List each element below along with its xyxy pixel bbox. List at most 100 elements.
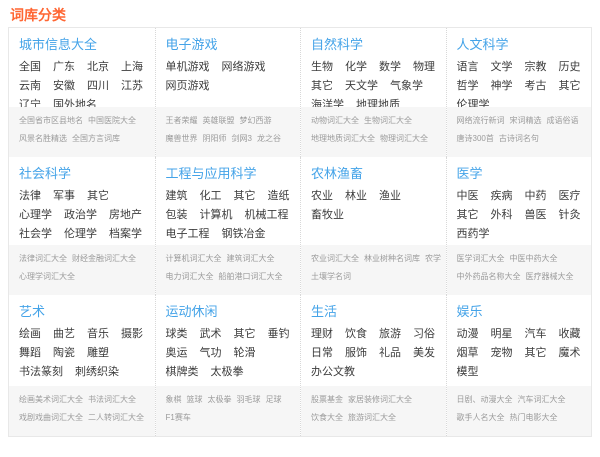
category-item-link[interactable]: 全国: [19, 61, 41, 73]
hot-dictionary-link[interactable]: 足球: [266, 395, 282, 404]
category-item-link[interactable]: 生物: [311, 61, 333, 73]
category-item-link[interactable]: 档案学: [109, 228, 142, 240]
category-item-link[interactable]: 棋牌类: [166, 366, 199, 378]
category-item-link[interactable]: 针灸: [559, 209, 581, 221]
hot-dictionary-link[interactable]: 唐诗300首: [457, 134, 494, 143]
hot-dictionary-link[interactable]: 医学词汇大全: [457, 254, 505, 263]
category-item-link[interactable]: 数学: [379, 61, 401, 73]
category-item-link[interactable]: 其它: [457, 209, 479, 221]
hot-dictionary-link[interactable]: 宋词精选: [510, 116, 542, 125]
category-item-link[interactable]: 奥运: [166, 347, 188, 359]
hot-dictionary-link[interactable]: 绘画美术词汇大全: [19, 395, 83, 404]
hot-dictionary-link[interactable]: 羽毛球: [237, 395, 261, 404]
category-item-link[interactable]: 服饰: [345, 347, 367, 359]
category-item-link[interactable]: 动漫: [457, 328, 479, 340]
hot-dictionary-link[interactable]: 风景名胜精选: [19, 134, 67, 143]
hot-dictionary-link[interactable]: 计算机词汇大全: [166, 254, 222, 263]
category-item-link[interactable]: 江苏: [121, 80, 143, 92]
category-item-link[interactable]: 化工: [200, 190, 222, 202]
category-item-link[interactable]: 宗教: [525, 61, 547, 73]
category-item-link[interactable]: 政治学: [64, 209, 97, 221]
category-item-link[interactable]: 历史: [559, 61, 581, 73]
hot-dictionary-link[interactable]: 魔兽世界: [166, 134, 198, 143]
category-item-link[interactable]: 收藏: [559, 328, 581, 340]
hot-dictionary-link[interactable]: 财经金融词汇大全: [72, 254, 136, 263]
hot-dictionary-link[interactable]: 生物词汇大全: [364, 116, 412, 125]
category-item-link[interactable]: 广东: [53, 61, 75, 73]
category-item-link[interactable]: 气功: [200, 347, 222, 359]
category-item-link[interactable]: 化学: [345, 61, 367, 73]
category-item-link[interactable]: 烟草: [457, 347, 479, 359]
category-item-link[interactable]: 安徽: [53, 80, 75, 92]
category-item-link[interactable]: 雕塑: [87, 347, 109, 359]
category-item-link[interactable]: 理财: [311, 328, 333, 340]
hot-dictionary-link[interactable]: 股票基金: [311, 395, 343, 404]
category-title-link[interactable]: 医学: [457, 167, 582, 181]
category-item-link[interactable]: 其它: [234, 328, 256, 340]
hot-dictionary-link[interactable]: 农业词汇大全: [311, 254, 359, 263]
category-item-link[interactable]: 垂钓: [268, 328, 290, 340]
category-item-link[interactable]: 文学: [491, 61, 513, 73]
hot-dictionary-link[interactable]: 太极拳: [208, 395, 232, 404]
category-item-link[interactable]: 社会学: [19, 228, 52, 240]
category-item-link[interactable]: 曲艺: [53, 328, 75, 340]
category-item-link[interactable]: 办公文教: [311, 366, 355, 378]
category-item-link[interactable]: 北京: [87, 61, 109, 73]
category-title-link[interactable]: 运动休闲: [166, 305, 291, 319]
category-item-link[interactable]: 刺绣织染: [75, 366, 119, 378]
category-item-link[interactable]: 上海: [121, 61, 143, 73]
hot-dictionary-link[interactable]: 成语俗语: [547, 116, 579, 125]
hot-dictionary-link[interactable]: 龙之谷: [257, 134, 281, 143]
category-item-link[interactable]: 书法篆刻: [19, 366, 63, 378]
hot-dictionary-link[interactable]: 土壤学名词: [311, 272, 351, 281]
category-item-link[interactable]: 饮食: [345, 328, 367, 340]
category-item-link[interactable]: 考古: [525, 80, 547, 92]
category-item-link[interactable]: 旅游: [379, 328, 401, 340]
category-item-link[interactable]: 太极拳: [211, 366, 244, 378]
category-item-link[interactable]: 中药: [525, 190, 547, 202]
category-item-link[interactable]: 外科: [491, 209, 513, 221]
category-item-link[interactable]: 心理学: [19, 209, 52, 221]
hot-dictionary-link[interactable]: 农学: [425, 254, 441, 263]
category-item-link[interactable]: 天文学: [345, 80, 378, 92]
category-item-link[interactable]: 语言: [457, 61, 479, 73]
category-item-link[interactable]: 其它: [525, 347, 547, 359]
hot-dictionary-link[interactable]: 日剧、动漫大全: [457, 395, 513, 404]
category-item-link[interactable]: 畜牧业: [311, 209, 344, 221]
hot-dictionary-link[interactable]: 中医中药大全: [510, 254, 558, 263]
category-item-link[interactable]: 军事: [53, 190, 75, 202]
category-item-link[interactable]: 包装: [166, 209, 188, 221]
category-item-link[interactable]: 轮滑: [234, 347, 256, 359]
hot-dictionary-link[interactable]: 法律词汇大全: [19, 254, 67, 263]
hot-dictionary-link[interactable]: 戏剧戏曲词汇大全: [19, 413, 83, 422]
category-item-link[interactable]: 球类: [166, 328, 188, 340]
category-item-link[interactable]: 习俗: [413, 328, 435, 340]
hot-dictionary-link[interactable]: 建筑词汇大全: [227, 254, 275, 263]
category-item-link[interactable]: 网络游戏: [222, 61, 266, 73]
hot-dictionary-link[interactable]: 王者荣耀: [166, 116, 198, 125]
category-title-link[interactable]: 生活: [311, 305, 436, 319]
category-title-link[interactable]: 娱乐: [457, 305, 582, 319]
category-item-link[interactable]: 中医: [457, 190, 479, 202]
hot-dictionary-link[interactable]: 心理学词汇大全: [19, 272, 75, 281]
category-item-link[interactable]: 法律: [19, 190, 41, 202]
hot-dictionary-link[interactable]: 书法词汇大全: [88, 395, 136, 404]
hot-dictionary-link[interactable]: 物理词汇大全: [380, 134, 428, 143]
category-item-link[interactable]: 房地产: [109, 209, 142, 221]
hot-dictionary-link[interactable]: 全国方言词库: [72, 134, 120, 143]
category-item-link[interactable]: 其它: [234, 190, 256, 202]
category-item-link[interactable]: 美发: [413, 347, 435, 359]
category-item-link[interactable]: 造纸: [268, 190, 290, 202]
hot-dictionary-link[interactable]: 地理地质词汇大全: [311, 134, 375, 143]
category-item-link[interactable]: 机械工程: [245, 209, 289, 221]
category-item-link[interactable]: 计算机: [200, 209, 233, 221]
hot-dictionary-link[interactable]: F1赛车: [166, 413, 191, 422]
hot-dictionary-link[interactable]: 船舶港口词汇大全: [219, 272, 283, 281]
category-item-link[interactable]: 日常: [311, 347, 333, 359]
hot-dictionary-link[interactable]: 剑网3: [232, 134, 252, 143]
hot-dictionary-link[interactable]: 中国医院大全: [88, 116, 136, 125]
category-item-link[interactable]: 伦理学: [457, 99, 490, 107]
hot-dictionary-link[interactable]: 梦幻西游: [240, 116, 272, 125]
hot-dictionary-link[interactable]: 电力词汇大全: [166, 272, 214, 281]
hot-dictionary-link[interactable]: 旅游词汇大全: [348, 413, 396, 422]
